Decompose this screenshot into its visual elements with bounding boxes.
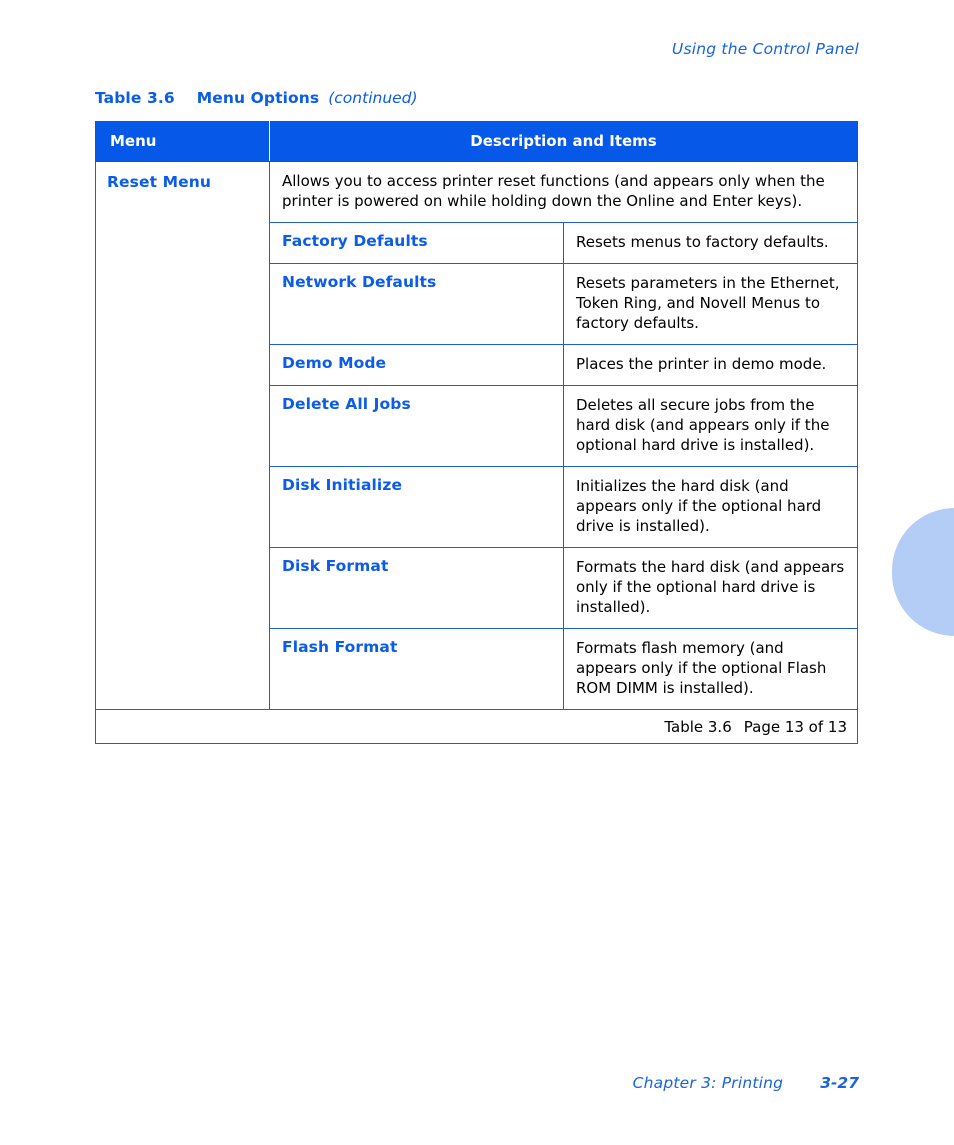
item-name: Demo Mode xyxy=(282,354,387,372)
item-name-cell: Demo Mode xyxy=(270,344,564,386)
item-name: Network Defaults xyxy=(282,273,437,291)
intro-row: Allows you to access printer reset funct… xyxy=(270,162,857,223)
column-header-menu: Menu xyxy=(95,121,270,162)
item-name: Delete All Jobs xyxy=(282,395,411,413)
table-row: Disk Initialize Initializes the hard dis… xyxy=(270,466,857,548)
item-description-cell: Formats the hard disk (and appears only … xyxy=(563,547,857,629)
table-row: Disk Format Formats the hard disk (and a… xyxy=(270,547,857,629)
page-footer-folio: 3-27 xyxy=(820,1074,859,1092)
menu-name: Reset Menu xyxy=(107,173,211,191)
table-footer-row: Table 3.6 Page 13 of 13 xyxy=(95,709,858,744)
menu-options-table: Menu Description and Items Reset Menu Al… xyxy=(95,121,858,744)
item-name: Flash Format xyxy=(282,638,398,656)
item-name: Disk Format xyxy=(282,557,389,575)
page-footer-chapter: Chapter 3: Printing xyxy=(632,1074,784,1092)
menu-name-cell: Reset Menu xyxy=(95,161,270,710)
menu-intro-text: Allows you to access printer reset funct… xyxy=(282,172,825,210)
item-description: Places the printer in demo mode. xyxy=(576,355,827,373)
table-footer-page-label: Page 13 of 13 xyxy=(743,717,847,736)
item-name-cell: Delete All Jobs xyxy=(270,385,564,467)
item-description: Resets menus to factory defaults. xyxy=(576,233,829,251)
table-footer-table-label: Table 3.6 xyxy=(664,717,732,736)
item-name: Factory Defaults xyxy=(282,232,428,250)
item-description-cell: Formats flash memory (and appears only i… xyxy=(564,629,858,710)
item-description: Formats the hard disk (and appears only … xyxy=(576,558,845,616)
item-name-cell: Disk Format xyxy=(270,547,564,629)
item-name-cell: Network Defaults xyxy=(270,263,564,345)
table-caption-continued: (continued) xyxy=(328,89,418,107)
edge-thumb-tab xyxy=(892,508,954,636)
item-name: Disk Initialize xyxy=(282,476,403,494)
column-header-description: Description and Items xyxy=(269,121,858,162)
item-description-cell: Deletes all secure jobs from the hard di… xyxy=(563,385,857,467)
table-caption-number: Table 3.6 xyxy=(95,89,175,107)
item-description-cell: Resets menus to factory defaults. xyxy=(563,222,857,264)
running-header: Using the Control Panel xyxy=(671,40,859,58)
table-header-row: Menu Description and Items xyxy=(95,121,858,162)
item-name-cell: Factory Defaults xyxy=(270,222,564,264)
table-row: Reset Menu Allows you to access printer … xyxy=(95,161,858,710)
table-row: Delete All Jobs Deletes all secure jobs … xyxy=(270,385,857,467)
table-row: Network Defaults Resets parameters in th… xyxy=(270,263,857,345)
item-description-cell: Initializes the hard disk (and appears o… xyxy=(563,466,857,548)
item-description: Deletes all secure jobs from the hard di… xyxy=(576,396,830,454)
item-description: Resets parameters in the Ethernet, Token… xyxy=(576,274,840,332)
table-caption: Table 3.6 Menu Options (continued) xyxy=(95,89,418,107)
page-footer: Chapter 3: Printing 3-27 xyxy=(0,1074,859,1092)
table-row: Flash Format Formats flash memory (and a… xyxy=(270,628,858,710)
item-description: Initializes the hard disk (and appears o… xyxy=(576,477,822,535)
menu-items-table: Allows you to access printer reset funct… xyxy=(270,162,857,709)
table-caption-title: Menu Options xyxy=(196,89,320,107)
item-name-cell: Flash Format xyxy=(270,628,564,709)
item-description-cell: Resets parameters in the Ethernet, Token… xyxy=(563,263,857,345)
item-description: Formats flash memory (and appears only i… xyxy=(576,639,827,697)
item-description-cell: Places the printer in demo mode. xyxy=(563,344,857,386)
item-name-cell: Disk Initialize xyxy=(270,466,564,548)
table-footer-cell: Table 3.6 Page 13 of 13 xyxy=(95,709,858,744)
table-row: Demo Mode Places the printer in demo mod… xyxy=(270,344,857,386)
menu-description-cell: Allows you to access printer reset funct… xyxy=(269,161,858,710)
table-row: Factory Defaults Resets menus to factory… xyxy=(270,222,857,264)
menu-intro-cell: Allows you to access printer reset funct… xyxy=(270,162,857,223)
